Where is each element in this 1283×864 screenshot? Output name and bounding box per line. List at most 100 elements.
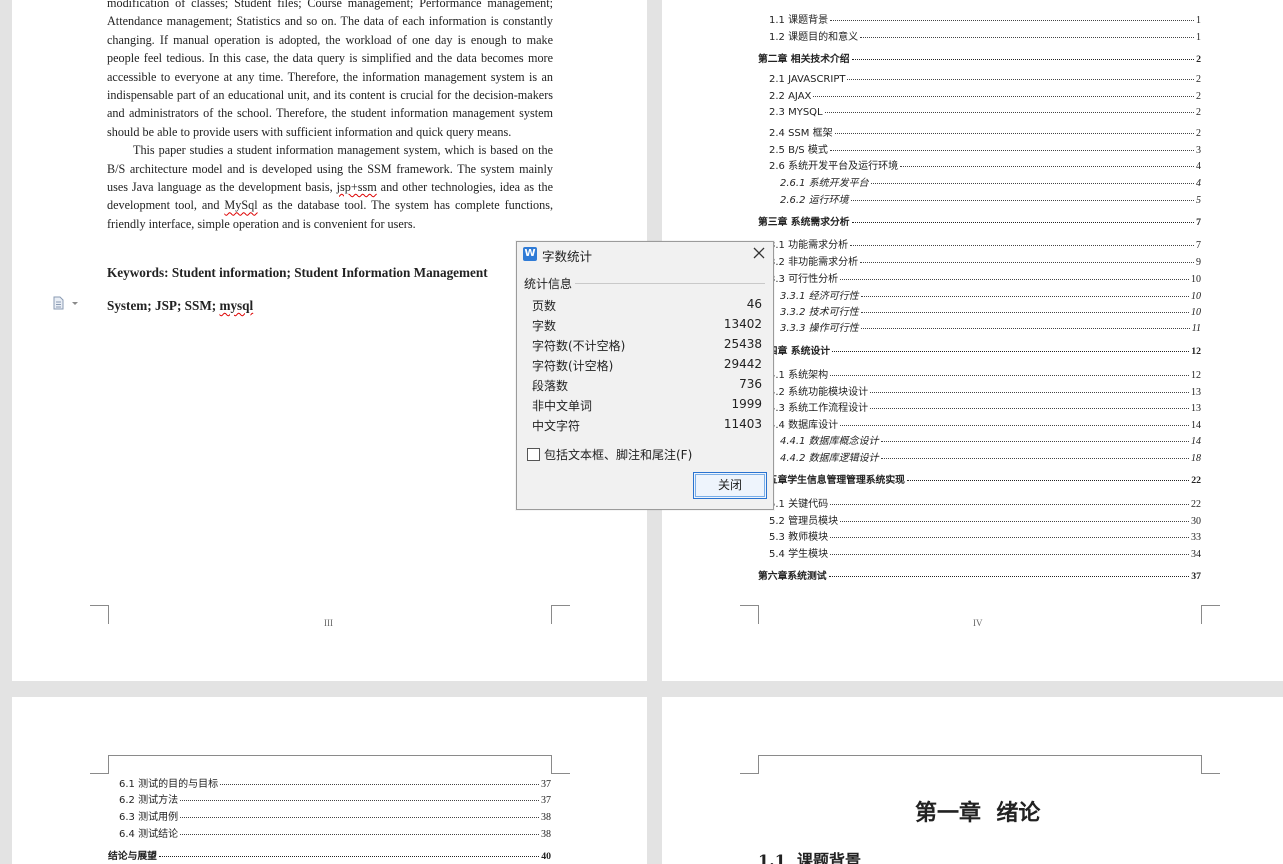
toc-entry[interactable]: 6.1 测试的目的与目标 37 (119, 775, 551, 790)
toc-page-number: 38 (541, 829, 551, 840)
keywords-text: System; JSP; SSM; (107, 298, 220, 313)
toc-entry[interactable]: 2.4 SSM 框架 2 (769, 124, 1201, 139)
toc-leader-dots (870, 392, 1189, 393)
margin-corner-mark (551, 605, 570, 624)
toc-leader-dots (830, 20, 1194, 21)
toc-entry-title: 2.3 MYSQL (769, 107, 823, 118)
dialog-title-bar[interactable]: W 字数统计 (517, 242, 773, 266)
statistic-value: 11403 (723, 417, 762, 431)
toc-leader-dots (834, 133, 1194, 134)
wps-writer-icon: W (523, 247, 537, 261)
toc-entry[interactable]: 4.2 系统功能模块设计 13 (769, 383, 1201, 398)
toc-entry[interactable]: 2.6.1 系统开发平台 4 (780, 174, 1201, 189)
toc-entry-title: 2.5 B/S 模式 (769, 145, 828, 156)
toc-entry-title: 3.2 非功能需求分析 (769, 257, 859, 268)
spellcheck-word: jsp+ssm (336, 180, 377, 195)
toc-entry-title: 第三章 系统需求分析 (758, 217, 850, 228)
toc-page-number: 7 (1196, 217, 1201, 228)
toc-chapter-entry[interactable]: 第六章系统测试 37 (758, 568, 1201, 582)
statistic-row: 段落数 736 (532, 377, 762, 397)
toc-page-number: 38 (541, 812, 551, 823)
document-page-1: 第一章 绪论 1.1 课题背景 (662, 697, 1283, 864)
toc-entry[interactable]: 4.4 数据库设计 14 (769, 416, 1201, 431)
statistic-value: 29442 (723, 357, 762, 371)
toc-page-number: 2 (1196, 91, 1201, 102)
toc-entry-title: 5.1 关键代码 (769, 499, 829, 510)
toc-leader-dots (180, 834, 539, 835)
toc-leader-dots (180, 800, 539, 801)
toc-leader-dots (880, 441, 1189, 442)
toc-page-number: 12 (1191, 346, 1201, 357)
toc-entry[interactable]: 3.3 可行性分析 10 (769, 270, 1201, 285)
paragraph-options-icon[interactable] (52, 296, 82, 310)
toc-entry[interactable]: 6.2 测试方法 37 (119, 791, 551, 806)
toc-entry[interactable]: 6.4 测试结论 38 (119, 825, 551, 840)
toc-entry[interactable]: 2.6 系统开发平台及运行环境 4 (769, 157, 1201, 172)
toc-page-number: 3 (1196, 145, 1201, 156)
toc-page-number: 18 (1191, 453, 1201, 464)
toc-entry-title: 3.1 功能需求分析 (769, 240, 849, 251)
toc-leader-dots (900, 166, 1194, 167)
toc-entry[interactable]: 5.2 管理员模块 30 (769, 512, 1201, 527)
toc-entry[interactable]: 4.4.1 数据库概念设计 14 (780, 432, 1201, 447)
close-button-label: 关闭 (717, 478, 742, 492)
toc-entry[interactable]: 6.3 测试用例 38 (119, 808, 551, 823)
toc-leader-dots (830, 537, 1189, 538)
margin-corner-mark (740, 755, 759, 774)
toc-entry[interactable]: 3.3.3 操作可行性 11 (780, 319, 1201, 334)
toc-page-number: 2 (1196, 128, 1201, 139)
toc-page-number: 40 (541, 851, 551, 862)
toc-page-number: 2 (1196, 54, 1201, 65)
toc-leader-dots (828, 576, 1190, 577)
toc-chapter-entry[interactable]: 第二章 相关技术介绍 2 (758, 51, 1201, 65)
include-textbox-footnotes-checkbox[interactable] (527, 448, 540, 461)
toc-page-number: 37 (541, 779, 551, 790)
chapter-heading: 第一章 绪论 (915, 800, 1041, 826)
toc-entry[interactable]: 3.3.1 经济可行性 10 (780, 287, 1201, 302)
toc-entry-title: 5.3 教师模块 (769, 532, 829, 543)
toc-entry-title: 6.3 测试用例 (119, 812, 179, 823)
toc-page-number: 12 (1191, 370, 1201, 381)
table-of-contents: 6.1 测试的目的与目标 37 6.2 测试方法 37 6.3 测试用例 38 6.4 测试… (12, 697, 647, 864)
spellcheck-word: MySql (224, 198, 258, 213)
toc-entry[interactable]: 5.3 教师模块 33 (769, 528, 1201, 543)
toc-entry-title: 3.3 可行性分析 (769, 274, 839, 285)
close-icon[interactable] (751, 245, 767, 261)
abstract-body: modification of classes; Student files; … (107, 0, 553, 233)
toc-entry-title: 2.4 SSM 框架 (769, 128, 833, 139)
toc-entry[interactable]: 3.1 功能需求分析 7 (769, 236, 1201, 251)
toc-entry[interactable]: 2.3 MYSQL 2 (769, 107, 1201, 118)
toc-entry[interactable]: 1.1 课题背景 1 (769, 11, 1201, 26)
toc-leader-dots (860, 262, 1194, 263)
toc-entry[interactable]: 2.2 AJAX 2 (769, 91, 1201, 102)
toc-page-number: 1 (1196, 32, 1201, 43)
toc-entry[interactable]: 5.4 学生模块 34 (769, 545, 1201, 560)
toc-entry[interactable]: 4.4.2 数据库逻辑设计 18 (780, 449, 1201, 464)
checkbox-label[interactable]: 包括文本框、脚注和尾注(F) (544, 446, 692, 463)
toc-chapter-entry[interactable]: 第四章 系统设计 12 (758, 343, 1201, 357)
toc-page-number: 14 (1191, 420, 1201, 431)
toc-leader-dots (180, 817, 539, 818)
close-button[interactable]: 关闭 (693, 472, 767, 499)
toc-chapter-entry[interactable]: 第三章 系统需求分析 7 (758, 214, 1201, 228)
toc-entry[interactable]: 4.1 系统架构 12 (769, 366, 1201, 381)
toc-leader-dots (851, 222, 1195, 223)
statistic-value: 25438 (723, 337, 762, 351)
toc-entry[interactable]: 2.5 B/S 模式 3 (769, 141, 1201, 156)
statistic-value: 46 (746, 297, 762, 311)
toc-chapter-entry[interactable]: 第五章学生信息管理管理系统实现 22 (758, 472, 1201, 486)
toc-entry[interactable]: 3.3.2 技术可行性 10 (780, 303, 1201, 318)
page-number: III (324, 618, 333, 628)
toc-entry[interactable]: 2.6.2 运行环境 5 (780, 191, 1201, 206)
toc-entry-title: 6.2 测试方法 (119, 795, 179, 806)
toc-entry[interactable]: 4.3 系统工作流程设计 13 (769, 399, 1201, 414)
toc-chapter-entry[interactable]: 结论与展望 40 (108, 848, 551, 862)
toc-entry[interactable]: 5.1 关键代码 22 (769, 495, 1201, 510)
toc-entry-title: 4.4.2 数据库逻辑设计 (780, 453, 879, 464)
toc-entry[interactable]: 3.2 非功能需求分析 9 (769, 253, 1201, 268)
toc-entry[interactable]: 2.1 JAVASCRIPT 2 (769, 74, 1201, 85)
statistic-label: 非中文单词 (532, 399, 593, 413)
toc-entry[interactable]: 1.2 课题目的和意义 1 (769, 28, 1201, 43)
toc-leader-dots (851, 59, 1195, 60)
toc-entry-title: 3.3.1 经济可行性 (780, 291, 859, 302)
